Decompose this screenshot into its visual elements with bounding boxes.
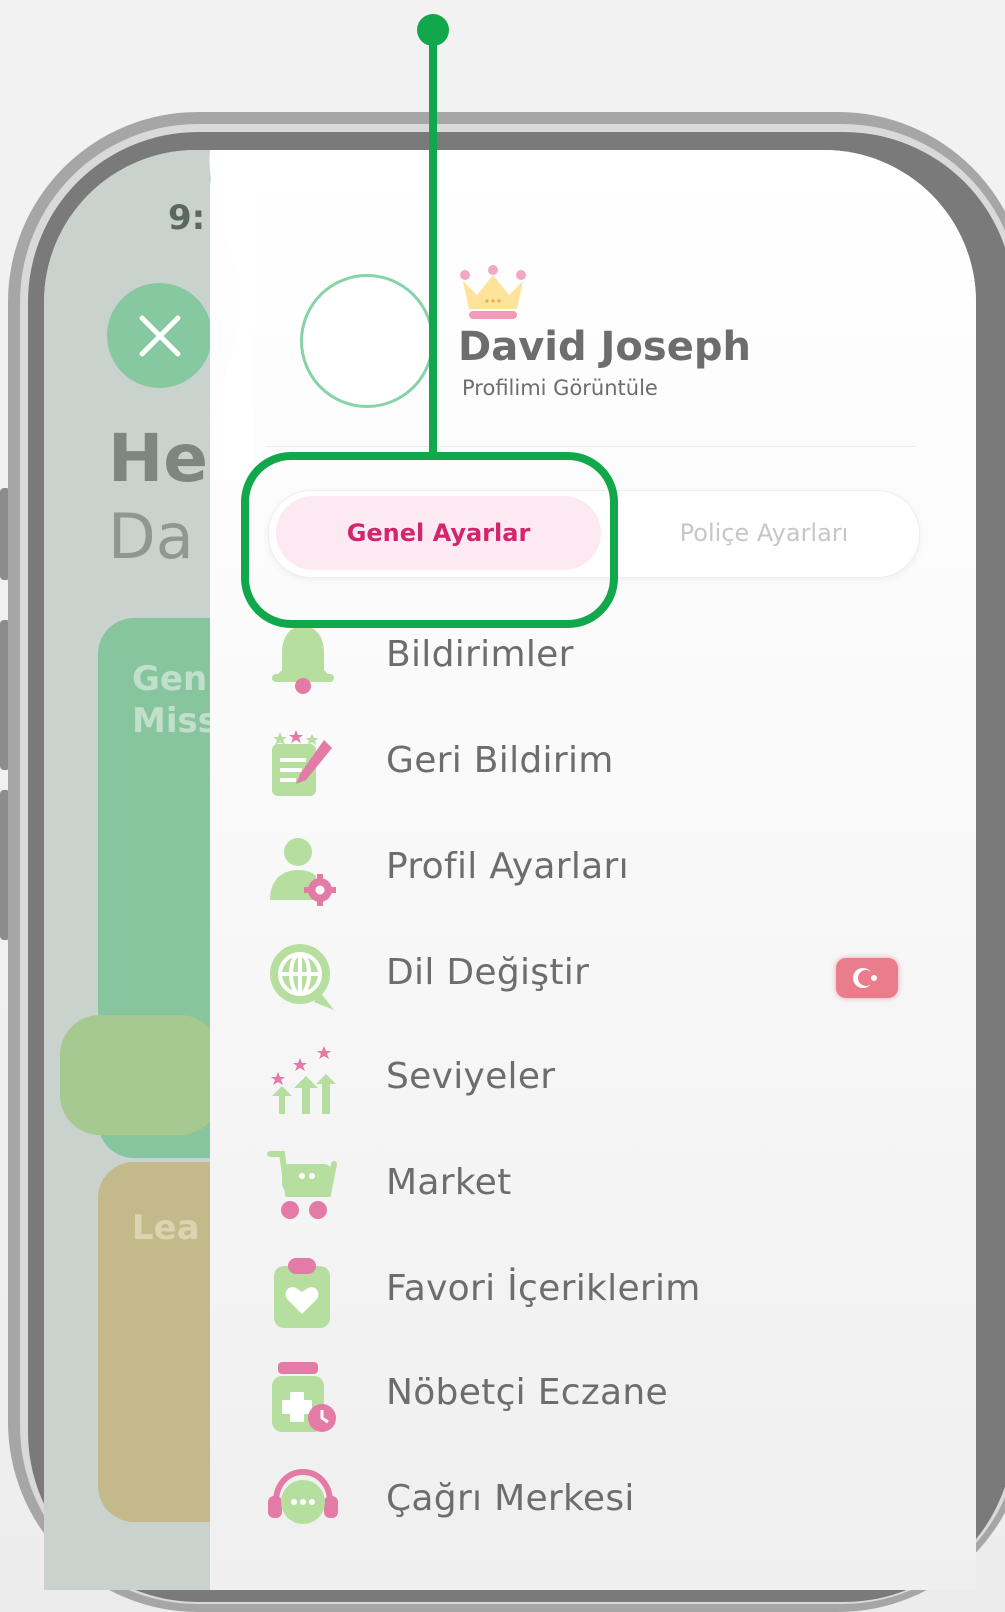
menu-item-profile-settings[interactable]: Profil Ayarları bbox=[266, 834, 916, 924]
menu-label-profile-settings: Profil Ayarları bbox=[386, 846, 629, 887]
menu-label-notifications: Bildirimler bbox=[386, 634, 574, 675]
greeting-title: He bbox=[108, 420, 208, 497]
menu-label-feedback: Geri Bildirim bbox=[386, 740, 614, 781]
tab-policy-settings[interactable]: Poliçe Ayarları bbox=[644, 496, 884, 570]
menu-label-call-center: Çağrı Merkesi bbox=[386, 1478, 635, 1519]
cart-icon bbox=[267, 1151, 337, 1219]
menu-item-favorites[interactable]: Favori İçeriklerim bbox=[266, 1256, 916, 1346]
drawer-wave-edge bbox=[209, 150, 254, 480]
globe-icon bbox=[270, 944, 334, 1010]
menu-label-favorites: Favori İçeriklerim bbox=[386, 1268, 701, 1309]
user-name: David Joseph bbox=[458, 324, 751, 370]
crown-icon bbox=[460, 265, 526, 319]
phone-screen: 9: He Da Gen Miss Lea David Joseph Profi… bbox=[44, 150, 976, 1590]
menu-item-notifications[interactable]: Bildirimler bbox=[266, 622, 916, 712]
levels-icon bbox=[271, 1046, 336, 1114]
callout-dot bbox=[417, 14, 449, 46]
menu-label-levels: Seviyeler bbox=[386, 1056, 556, 1097]
menu-item-feedback[interactable]: Geri Bildirim bbox=[266, 728, 916, 818]
menu-item-levels[interactable]: Seviyeler bbox=[266, 1044, 916, 1134]
menu-item-change-language[interactable]: Dil Değiştir bbox=[266, 940, 916, 1030]
menu-item-market[interactable]: Market bbox=[266, 1150, 916, 1240]
view-profile-link[interactable]: Profilimi Görüntüle bbox=[462, 376, 658, 400]
close-icon bbox=[139, 315, 180, 356]
menu-item-call-center[interactable]: Çağrı Merkesi bbox=[266, 1466, 916, 1556]
menu-label-market: Market bbox=[386, 1162, 512, 1203]
callout-line bbox=[429, 30, 437, 454]
mission-card-title: Gen Miss bbox=[132, 659, 218, 741]
turkey-flag-icon bbox=[836, 958, 898, 998]
divider bbox=[266, 446, 916, 447]
pharmacy-icon bbox=[272, 1362, 336, 1432]
avatar[interactable] bbox=[300, 274, 434, 408]
greeting-name: Da bbox=[108, 500, 194, 573]
menu-label-pharmacy: Nöbetçi Eczane bbox=[386, 1372, 668, 1413]
callout-highlight-box bbox=[241, 452, 618, 628]
call-center-icon bbox=[268, 1468, 338, 1524]
bush-illustration bbox=[60, 1015, 220, 1135]
menu-label-change-language: Dil Değiştir bbox=[386, 952, 590, 993]
leaderboard-card-title: Lea bbox=[132, 1208, 200, 1248]
feedback-icon bbox=[272, 730, 332, 796]
menu-item-pharmacy[interactable]: Nöbetçi Eczane bbox=[266, 1360, 916, 1450]
user-settings-icon bbox=[270, 838, 336, 906]
bell-icon bbox=[272, 626, 334, 694]
favorite-clipboard-icon bbox=[274, 1258, 330, 1328]
